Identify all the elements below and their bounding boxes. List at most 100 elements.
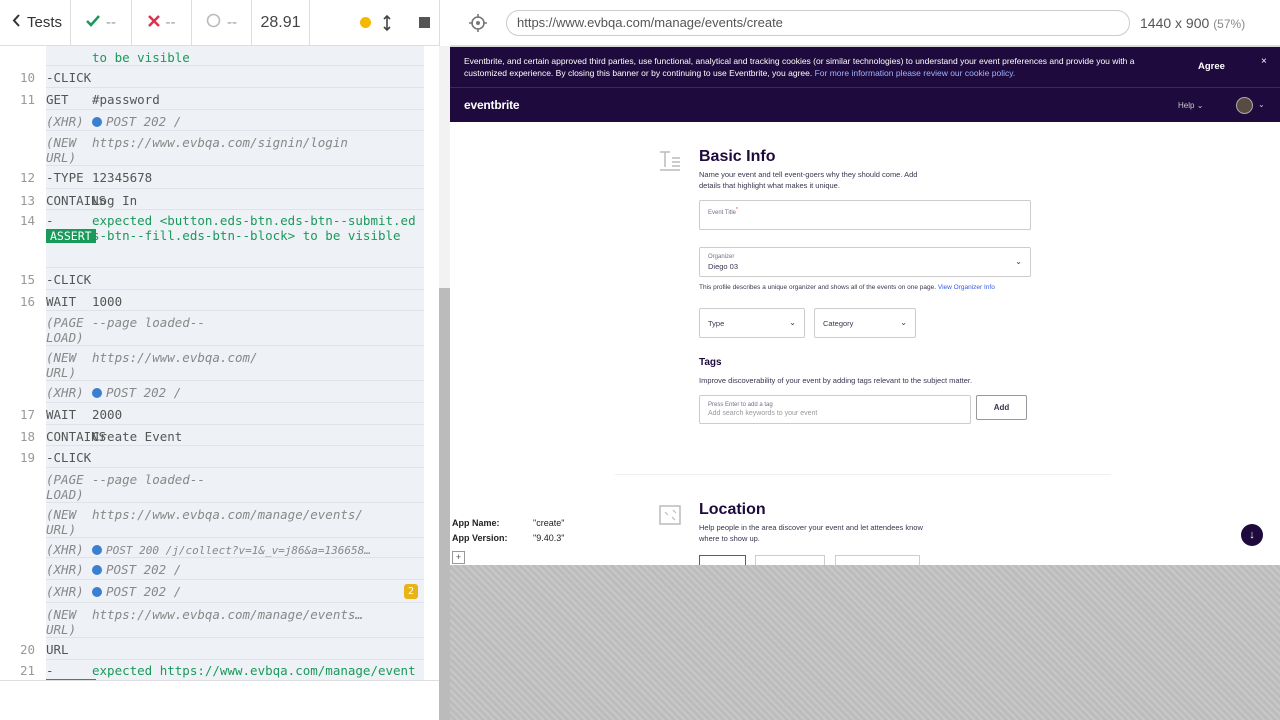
command-row[interactable]: (XHR) POST 202 / bbox=[46, 558, 424, 580]
command-row[interactable]: (NEW URL) https://www.evbqa.com/signin/lo… bbox=[46, 131, 424, 166]
cookie-policy-link[interactable]: For more information please review our c… bbox=[815, 68, 1016, 78]
command-row[interactable]: 12 -TYPE 12345678 bbox=[20, 166, 424, 189]
command-row[interactable]: (PAGE LOAD) --page loaded-- bbox=[46, 468, 424, 503]
running-status-icon bbox=[360, 17, 371, 28]
command-row[interactable]: 13 CONTAINS Log In bbox=[20, 189, 424, 210]
chevron-down-icon[interactable]: ⌄ bbox=[1258, 100, 1265, 109]
organizer-value: Diego 03 bbox=[708, 262, 739, 271]
command-row[interactable]: (NEW URL) https://www.evbqa.com/manage/ev… bbox=[46, 603, 424, 638]
command-row[interactable]: 16 WAIT 1000 bbox=[20, 290, 424, 311]
location-tab-venue[interactable] bbox=[699, 555, 746, 565]
command-log: to be visible 10 -CLICK 11 GET #password (XHR)… bbox=[0, 46, 439, 680]
x-icon bbox=[147, 14, 160, 31]
tags-input[interactable]: Press Enter to add a tag Add search keyw… bbox=[699, 395, 971, 424]
command-name: (XHR) bbox=[46, 584, 84, 599]
command-indent: - bbox=[46, 663, 54, 678]
aut-empty-area bbox=[450, 565, 1280, 720]
add-tag-button[interactable]: Add bbox=[976, 395, 1027, 420]
avatar[interactable] bbox=[1236, 97, 1253, 114]
command-row[interactable]: 14 -ASSERT expected <button.eds-btn.eds-bt… bbox=[20, 210, 424, 268]
command-row[interactable]: 11 GET #password bbox=[20, 88, 424, 110]
command-row[interactable]: (XHR) POST 200 /j/collect?v=1&_v=j86&a=13… bbox=[46, 538, 424, 558]
command-message: POST 202 / bbox=[92, 584, 424, 602]
check-icon bbox=[86, 14, 100, 31]
tests-button[interactable]: Tests bbox=[0, 0, 71, 46]
basic-info-desc-line1: Name your event and tell event-goers why… bbox=[699, 170, 918, 179]
command-number: 19 bbox=[20, 450, 36, 465]
chevron-down-icon: ⌄ bbox=[789, 318, 796, 327]
command-row[interactable]: 19 -CLICK bbox=[20, 446, 424, 468]
pending-count: -- bbox=[227, 14, 237, 31]
viewport-size: 1440 x 900 bbox=[1140, 14, 1210, 31]
eventbrite-navbar: eventbrite Help ⌄ ⌄ bbox=[450, 87, 1280, 122]
command-row[interactable]: (XHR) POST 202 / bbox=[46, 381, 424, 403]
command-message bbox=[92, 450, 424, 467]
expand-plus-icon[interactable]: + bbox=[452, 551, 465, 564]
aut-header: https://www.evbqa.com/manage/events/crea… bbox=[450, 0, 1280, 46]
command-message: https://www.evbqa.com/signin/login bbox=[92, 135, 348, 150]
command-row[interactable]: 21-ASSERTexpected https://www.evbqa.com/… bbox=[20, 660, 424, 680]
command-message: POST 202 / bbox=[92, 562, 424, 579]
help-menu[interactable]: Help ⌄ bbox=[1178, 101, 1203, 110]
command-row[interactable]: (PAGE LOAD) --page loaded-- bbox=[46, 311, 424, 346]
category-label: Category bbox=[823, 319, 854, 328]
xhr-text: POST 200 /j/collect?v=1&_v=j86&a=136658… bbox=[106, 544, 371, 557]
chevron-down-icon: ⌄ bbox=[900, 318, 907, 327]
command-row[interactable]: to be visible bbox=[46, 46, 424, 66]
basic-info-desc-line2: details that highlight what makes it uni… bbox=[699, 181, 840, 190]
organizer-label: Organizer bbox=[708, 254, 735, 260]
command-name bbox=[14, 50, 92, 65]
command-number: 15 bbox=[20, 272, 36, 287]
agree-button[interactable]: Agree bbox=[1198, 61, 1225, 73]
command-message: POST 202 / bbox=[92, 385, 424, 402]
arrow-down-icon[interactable]: ↓ bbox=[1241, 524, 1263, 546]
cookie-message: Eventbrite, and certain approved third p… bbox=[464, 56, 1135, 78]
command-message: POST 202 / bbox=[92, 114, 424, 130]
command-row[interactable]: (XHR) POST 202 / 2 bbox=[46, 580, 424, 603]
runner-scrollbar[interactable] bbox=[439, 46, 450, 720]
close-icon[interactable]: × bbox=[1261, 56, 1267, 68]
count-badge: 2 bbox=[403, 584, 418, 599]
xhr-text: POST 202 / bbox=[106, 584, 182, 599]
autoscroll-icon[interactable] bbox=[383, 14, 391, 31]
category-select[interactable]: Category ⌄ bbox=[814, 308, 916, 338]
command-message: https://www.evbqa.com/ bbox=[92, 350, 258, 365]
command-number: 18 bbox=[20, 429, 36, 444]
command-row[interactable]: 18 CONTAINS Create Event bbox=[20, 425, 424, 446]
tests-label: Tests bbox=[27, 14, 63, 31]
location-tab-online[interactable] bbox=[755, 555, 825, 565]
command-message: POST 200 /j/collect?v=1&_v=j86&a=136658… bbox=[92, 542, 424, 557]
command-row[interactable]: (NEW URL) https://www.evbqa.com/manage/ev… bbox=[46, 503, 424, 538]
command-number: 10 bbox=[20, 70, 36, 85]
type-select[interactable]: Type ⌄ bbox=[699, 308, 805, 338]
stop-icon[interactable] bbox=[419, 17, 430, 28]
chevron-left-icon bbox=[12, 14, 21, 31]
command-name: (PAGE LOAD) bbox=[46, 472, 84, 502]
command-name: (NEW URL) bbox=[46, 607, 77, 637]
organizer-select[interactable]: Organizer Diego 03 ⌄ bbox=[699, 247, 1031, 277]
runner-scrollbar-thumb[interactable] bbox=[439, 288, 450, 720]
aut-url-bar[interactable]: https://www.evbqa.com/manage/events/crea… bbox=[506, 9, 1130, 36]
app-version-key: App Version: bbox=[452, 533, 508, 543]
location-tab-tba[interactable] bbox=[835, 555, 920, 565]
command-row[interactable]: (XHR) POST 202 / bbox=[46, 110, 424, 131]
selector-playground-icon[interactable] bbox=[450, 13, 506, 32]
xhr-text: POST 202 / bbox=[106, 562, 182, 577]
command-row[interactable]: 17 WAIT 2000 bbox=[20, 403, 424, 425]
command-message bbox=[92, 70, 424, 87]
xhr-status-icon bbox=[92, 545, 102, 555]
tags-desc: Improve discoverability of your event by… bbox=[699, 376, 973, 385]
command-name: (NEW URL) bbox=[46, 350, 77, 380]
command-row[interactable]: 20 URL bbox=[20, 638, 424, 660]
eventbrite-logo[interactable]: eventbrite bbox=[464, 98, 520, 112]
event-title-field[interactable]: Event Title* bbox=[699, 200, 1031, 230]
command-message: expected <button.eds-btn.eds-btn--submit… bbox=[92, 213, 416, 243]
passed-count: -- bbox=[106, 14, 116, 31]
command-name: (NEW URL) bbox=[46, 507, 77, 537]
command-row[interactable]: 15 -CLICK bbox=[20, 268, 424, 290]
view-organizer-link[interactable]: View Organizer Info bbox=[938, 284, 995, 291]
command-message: 2000 bbox=[92, 407, 123, 422]
command-row[interactable]: 10 -CLICK bbox=[20, 66, 424, 88]
command-name: (XHR) bbox=[46, 114, 84, 129]
command-row[interactable]: (NEW URL) https://www.evbqa.com/ bbox=[46, 346, 424, 381]
